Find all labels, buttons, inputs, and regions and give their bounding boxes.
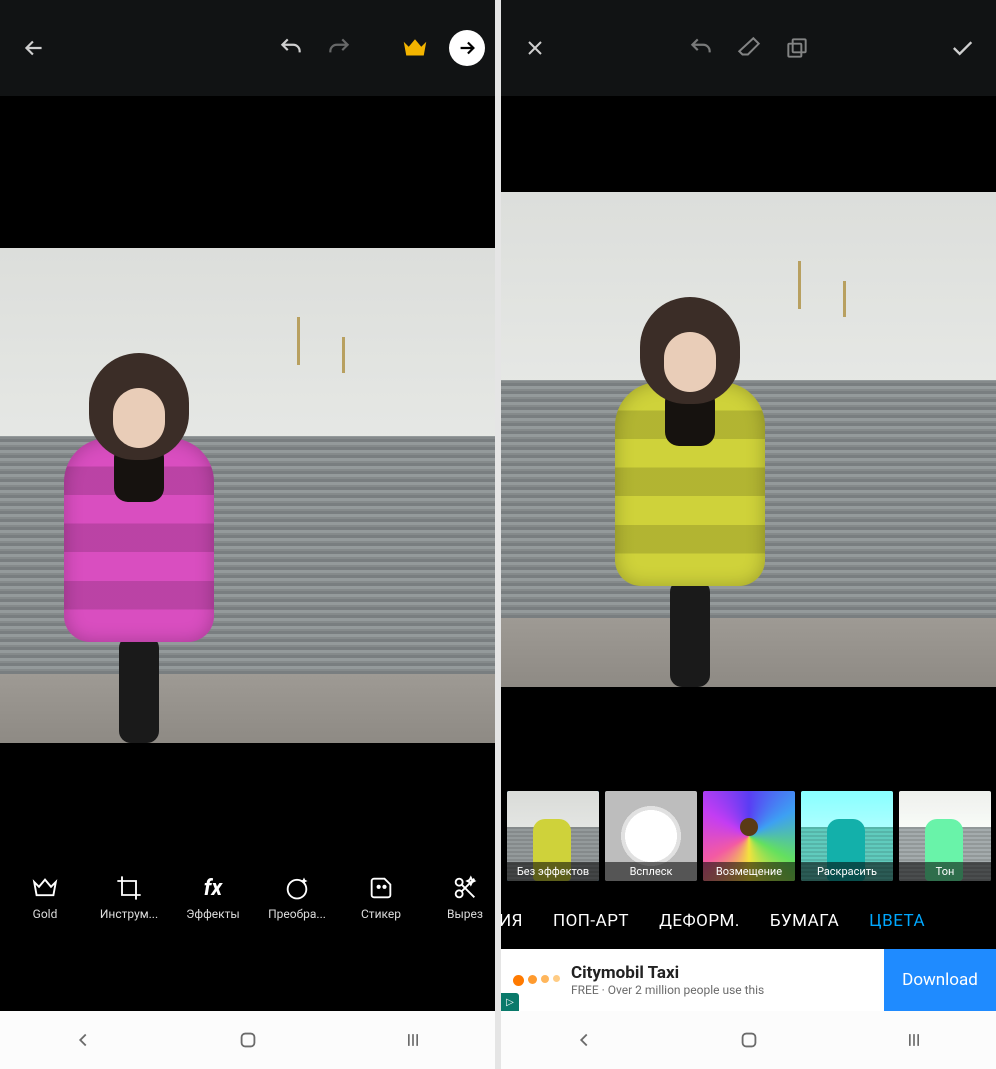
bottom-tools: Gold Инструм... fx Эффекты Преобра... xyxy=(0,855,495,939)
tool-label: Инструм... xyxy=(100,907,158,921)
fx-thumb-replace[interactable]: Возмещение xyxy=(703,791,795,881)
subject-person xyxy=(59,353,219,743)
subject-person xyxy=(610,297,770,687)
tool-instruments[interactable]: Инструм... xyxy=(90,873,168,921)
crop-icon xyxy=(112,873,146,903)
undo-button[interactable] xyxy=(267,24,315,72)
tool-effects[interactable]: fx Эффекты xyxy=(174,873,252,921)
premium-crown-icon[interactable] xyxy=(391,24,439,72)
tab-paper[interactable]: БУМАГА xyxy=(770,911,839,931)
topbar-left xyxy=(0,0,495,96)
fx-thumb-tone[interactable]: Тон xyxy=(899,791,991,881)
topbar-right xyxy=(501,0,996,96)
ad-banner[interactable]: ▷ Citymobil Taxi FREE · Over 2 million p… xyxy=(501,949,996,1011)
redo-button[interactable] xyxy=(315,24,363,72)
ad-badge-icon: ▷ xyxy=(501,993,519,1011)
tool-sticker[interactable]: Стикер xyxy=(342,873,420,921)
fx-thumb-none[interactable]: Без эффектов xyxy=(507,791,599,881)
fx-label: Раскрасить xyxy=(801,862,893,881)
fx-label: Без эффектов xyxy=(507,862,599,881)
tool-label: Эффекты xyxy=(186,907,239,921)
tool-label: Преобра... xyxy=(268,907,326,921)
effects-strip: Без эффектов Всплеск Возмещение Раскраси… xyxy=(501,785,996,893)
tab-partial-left[interactable]: ИЯ xyxy=(501,911,523,931)
face-sparkle-icon xyxy=(280,873,314,903)
nav-recents-icon[interactable] xyxy=(901,1027,927,1053)
nav-back-icon[interactable] xyxy=(571,1027,597,1053)
tool-label: Вырез xyxy=(447,907,483,921)
photo-preview-right xyxy=(501,192,996,687)
phone-right: Без эффектов Всплеск Возмещение Раскраси… xyxy=(501,0,996,1069)
canvas-left[interactable] xyxy=(0,96,495,855)
tool-cutout[interactable]: Вырез xyxy=(426,873,495,921)
tab-colors[interactable]: ЦВЕТА xyxy=(869,911,925,931)
layers-button[interactable] xyxy=(773,24,821,72)
ad-title: Citymobil Taxi xyxy=(571,963,884,983)
crown-outline-icon xyxy=(28,873,62,903)
fx-label: Возмещение xyxy=(703,862,795,881)
sticker-icon xyxy=(364,873,398,903)
android-navbar-right xyxy=(501,1011,996,1069)
back-button[interactable] xyxy=(10,24,58,72)
nav-back-icon[interactable] xyxy=(70,1027,96,1053)
editor-right: Без эффектов Всплеск Возмещение Раскраси… xyxy=(501,0,996,1011)
tool-label: Стикер xyxy=(361,907,401,921)
tab-deform[interactable]: ДЕФОРМ. xyxy=(659,911,740,931)
android-navbar-left xyxy=(0,1011,495,1069)
fx-icon: fx xyxy=(196,873,230,903)
tool-gold[interactable]: Gold xyxy=(6,873,84,921)
ad-text-block: Citymobil Taxi FREE · Over 2 million peo… xyxy=(571,963,884,997)
fx-thumb-splash[interactable]: Всплеск xyxy=(605,791,697,881)
tab-popart[interactable]: ПОП-АРТ xyxy=(553,911,629,931)
phone-left: Gold Инструм... fx Эффекты Преобра... xyxy=(0,0,495,1069)
fx-label: Всплеск xyxy=(605,862,697,881)
nav-recents-icon[interactable] xyxy=(400,1027,426,1053)
nav-home-icon[interactable] xyxy=(235,1027,261,1053)
tool-label: Gold xyxy=(33,907,58,921)
apply-check-button[interactable] xyxy=(938,24,986,72)
close-button[interactable] xyxy=(511,24,559,72)
fx-thumb-colorize[interactable]: Раскрасить xyxy=(801,791,893,881)
category-tabs: ИЯ ПОП-АРТ ДЕФОРМ. БУМАГА ЦВЕТА xyxy=(501,893,996,949)
nav-home-icon[interactable] xyxy=(736,1027,762,1053)
eraser-button[interactable] xyxy=(725,24,773,72)
undo-button[interactable] xyxy=(677,24,725,72)
ad-download-button[interactable]: Download xyxy=(884,949,996,1011)
fx-label: Тон xyxy=(899,862,991,881)
editor-left: Gold Инструм... fx Эффекты Преобра... xyxy=(0,0,495,1011)
bottom-padding xyxy=(0,939,495,1011)
tool-transform[interactable]: Преобра... xyxy=(258,873,336,921)
photo-preview-left xyxy=(0,248,495,743)
ad-subtitle: FREE · Over 2 million people use this xyxy=(571,983,884,997)
canvas-right[interactable] xyxy=(501,96,996,785)
scissors-icon xyxy=(448,873,482,903)
next-button[interactable] xyxy=(449,30,485,66)
